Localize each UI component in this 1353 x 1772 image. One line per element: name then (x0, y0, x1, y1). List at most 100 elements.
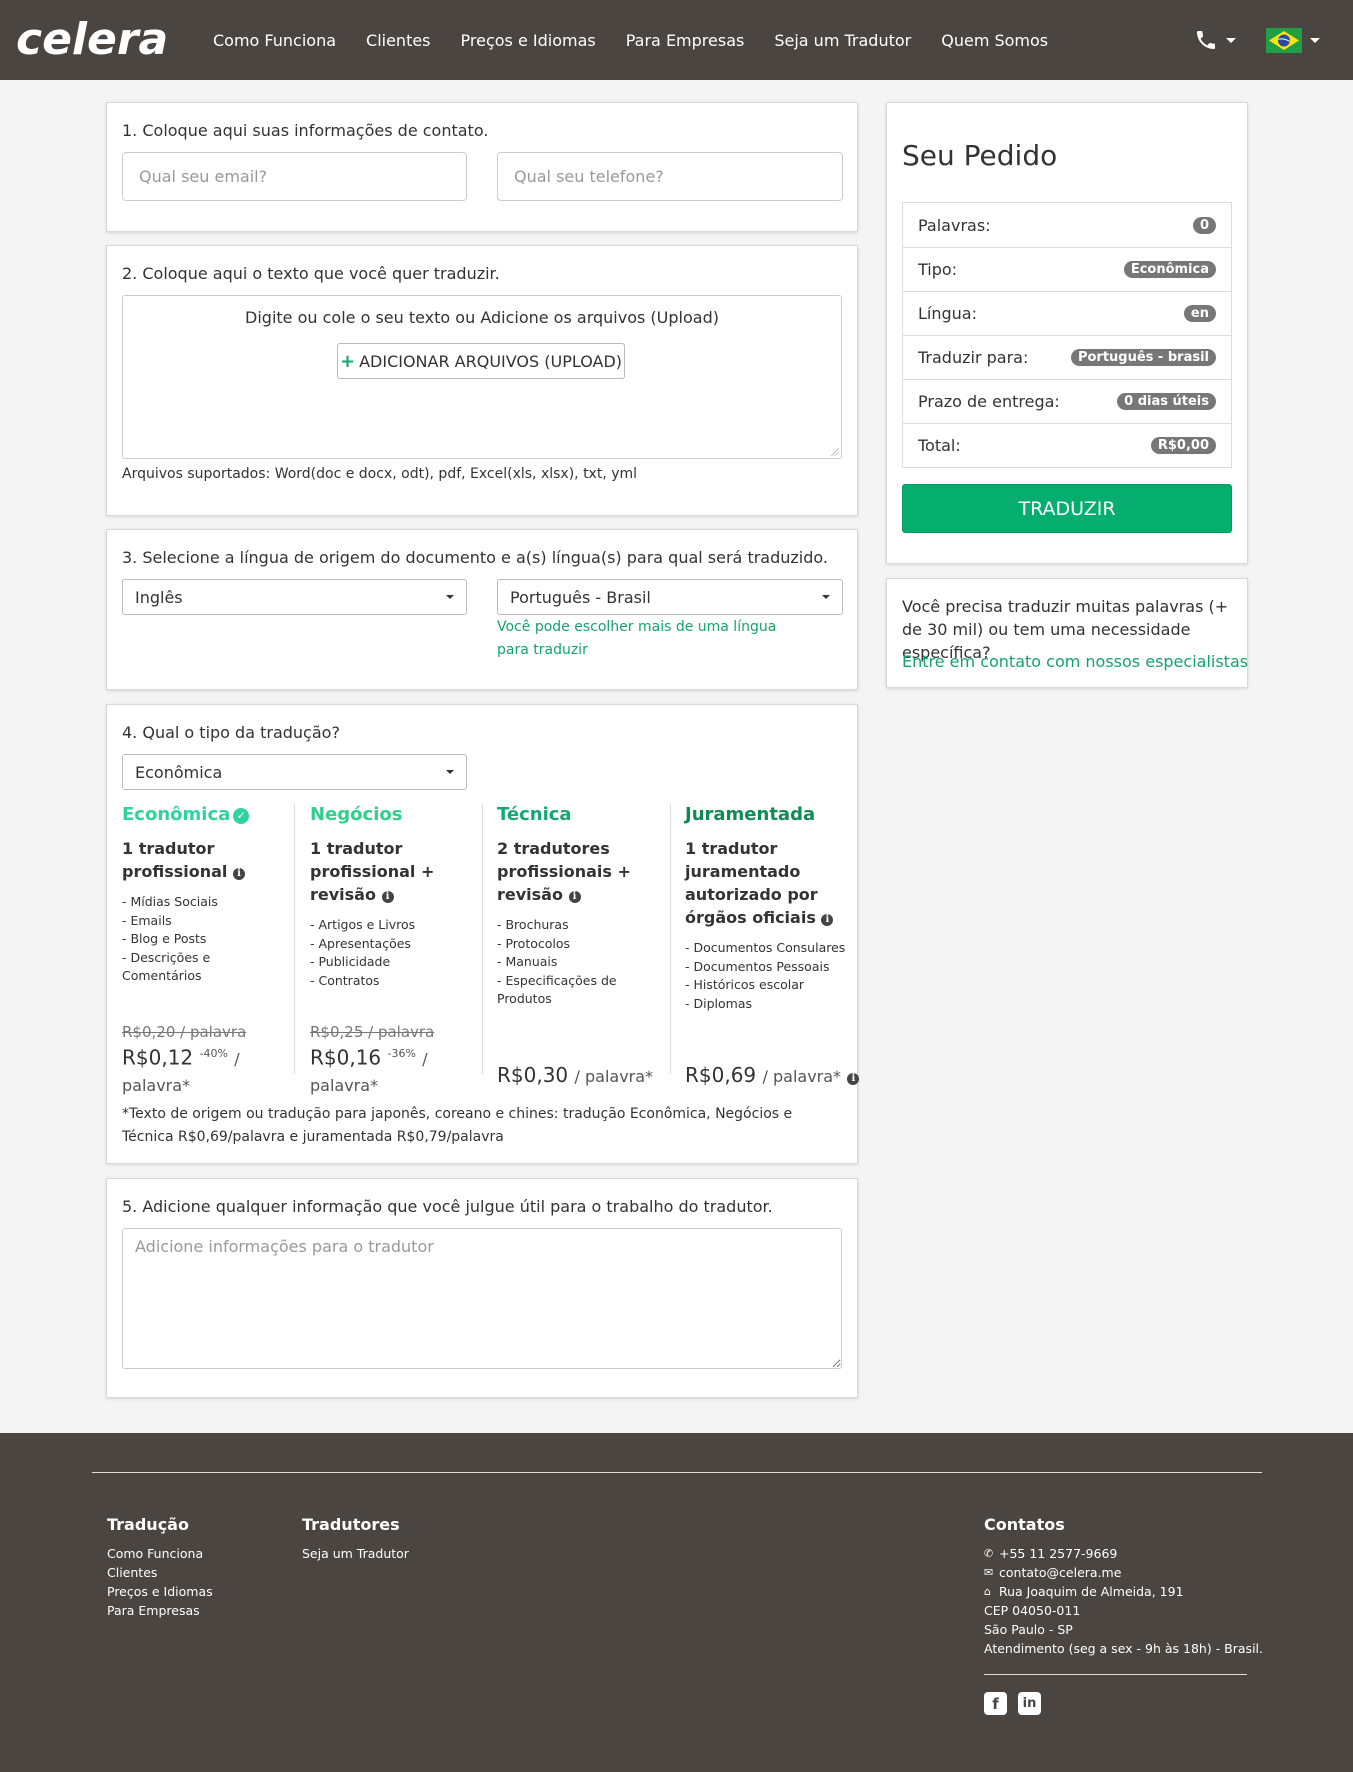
nav-seja-tradutor[interactable]: Seja um Tradutor (774, 31, 911, 50)
list-item: Manuais (497, 953, 657, 972)
footer-divider (92, 1472, 1262, 1473)
translator-notes-panel: 5. Adicione qualquer informação que você… (106, 1178, 858, 1398)
column-divider (482, 804, 483, 1074)
list-item: Especificações de Produtos (497, 972, 657, 1009)
facebook-icon[interactable]: f (984, 1692, 1007, 1715)
footer-link[interactable]: Seja um Tradutor (302, 1544, 409, 1563)
order-row-language: Língua: en (903, 291, 1231, 335)
footer-link[interactable]: Como Funciona (107, 1544, 213, 1563)
type-description: 2 tradutores profissionais + revisão i (497, 839, 631, 904)
phone-input[interactable] (497, 152, 843, 201)
info-icon[interactable]: i (232, 868, 245, 880)
type-name: Juramentada (685, 804, 816, 825)
translation-type-panel: 4. Qual o tipo da tradução? Econômica Ec… (106, 704, 860, 1164)
check-circle-icon: ✓ (233, 808, 250, 824)
language-badge: en (1183, 305, 1216, 322)
info-icon[interactable]: i (381, 891, 394, 903)
step2-title: 2. Coloque aqui o texto que você quer tr… (122, 264, 500, 283)
translator-notes-textarea[interactable] (122, 1228, 842, 1369)
footer-contact-divider (984, 1674, 1247, 1675)
order-row-total: Total: R$0,00 (903, 423, 1231, 467)
footer-email[interactable]: ✉ contato@celera.me (984, 1563, 1263, 1582)
row-label: Língua: (918, 304, 977, 323)
row-label: Tipo: (918, 260, 958, 279)
nav-quem-somos[interactable]: Quem Somos (941, 31, 1048, 50)
info-icon[interactable]: i (847, 1073, 860, 1085)
contact-info-panel: 1. Coloque aqui suas informações de cont… (106, 102, 858, 232)
total-badge: R$0,00 (1150, 437, 1216, 454)
type-description: 1 tradutor juramentado autorizado por ór… (685, 837, 850, 929)
email-input[interactable] (122, 152, 467, 201)
row-label: Palavras: (918, 215, 991, 235)
order-row-type: Tipo: Econômica (903, 247, 1231, 291)
nav-para-empresas[interactable]: Para Empresas (626, 31, 745, 50)
dropzone-text: Digite ou cole o seu texto ou Adicione o… (245, 308, 719, 327)
footer-link[interactable]: Para Empresas (107, 1601, 213, 1620)
chevron-down-icon (1226, 37, 1236, 43)
info-icon[interactable]: i (821, 914, 834, 926)
footer: Tradução Como Funciona Clientes Preços e… (0, 1433, 1353, 1772)
order-row-words: Palavras: 0 (903, 203, 1231, 247)
upload-files-button[interactable]: + ADICIONAR ARQUIVOS (UPLOAD) (337, 343, 625, 379)
nav-precos-idiomas[interactable]: Preços e Idiomas (461, 31, 596, 50)
target-language-select[interactable]: Português - Brasil (497, 579, 843, 615)
list-item: Publicidade (310, 953, 470, 972)
type-option-tecnica[interactable]: Técnica 2 tradutores profissionais + rev… (497, 804, 657, 1094)
nav-como-funciona[interactable]: Como Funciona (213, 31, 336, 50)
source-language-select[interactable]: Inglês (122, 579, 467, 615)
list-item: Artigos e Livros (310, 916, 470, 935)
type-name: Técnica (497, 804, 572, 825)
price: R$0,30 / palavra* (497, 1063, 654, 1087)
footer-city: São Paulo - SP (984, 1622, 1073, 1637)
resize-handle-icon[interactable] (831, 448, 839, 456)
phone-dropdown[interactable] (1194, 28, 1236, 52)
deadline-badge: 0 dias úteis (1117, 393, 1216, 410)
specialist-contact-link[interactable]: Entre em contato com nossos especialista… (902, 652, 1248, 671)
envelope-icon: ✉ (984, 1566, 994, 1579)
footer-heading: Contatos (984, 1515, 1065, 1534)
footer-link[interactable]: Clientes (107, 1563, 213, 1582)
type-name: Negócios (310, 804, 403, 825)
list-item: Diplomas (685, 995, 850, 1014)
translate-button[interactable]: TRADUZIR (902, 484, 1232, 533)
upload-label: ADICIONAR ARQUIVOS (UPLOAD) (359, 351, 623, 371)
order-summary-panel: Seu Pedido Palavras: 0 Tipo: Econômica Lín… (886, 102, 1248, 564)
type-name: Econômica ✓ (122, 804, 282, 825)
type-description: 1 tradutor profissional i (122, 837, 282, 883)
translation-type-value: Econômica (135, 762, 223, 782)
footer-address: ⌂ Rua Joaquim de Almeida, 191 (984, 1584, 1184, 1599)
footer-col-tradutores: Tradutores Seja um Tradutor (302, 1515, 409, 1563)
footer-link[interactable]: Preços e Idiomas (107, 1582, 213, 1601)
chevron-down-icon (446, 770, 454, 774)
footer-phone: ✆ +55 11 2577-9669 (984, 1546, 1118, 1561)
row-label: Prazo de entrega: (918, 392, 1060, 411)
column-divider (670, 804, 671, 1074)
plus-icon: + (339, 350, 356, 372)
list-item: Documentos Consulares (685, 939, 850, 958)
type-option-juramentada[interactable]: Juramentada 1 tradutor juramentado autor… (685, 804, 850, 1094)
discount-badge: -36% (387, 1047, 416, 1060)
step1-title: 1. Coloque aqui suas informações de cont… (122, 121, 489, 140)
text-upload-panel: 2. Coloque aqui o texto que você quer tr… (106, 245, 858, 516)
footer-col-contatos: Contatos ✆ +55 11 2577-9669 ✉ contato@cele… (984, 1515, 1263, 1658)
list-item: Emails (122, 912, 282, 931)
language-dropdown[interactable] (1266, 27, 1320, 53)
supported-files-text: Arquivos suportados: Word(doc e docx, od… (122, 466, 638, 482)
list-item: Documentos Pessoais (685, 958, 850, 977)
old-price: R$0,25 / palavra (310, 1023, 435, 1041)
linkedin-icon[interactable]: in (1018, 1692, 1041, 1715)
nav-clientes[interactable]: Clientes (366, 31, 431, 50)
text-dropzone[interactable]: Digite ou cole o seu texto ou Adicione o… (122, 295, 842, 459)
type-description: 1 tradutor profissional + revisão i (310, 839, 435, 904)
phone-icon (1197, 31, 1215, 49)
target-badge: Português - brasil (1070, 349, 1216, 366)
translation-type-select[interactable]: Econômica (122, 754, 467, 790)
main-nav: Como Funciona Clientes Preços e Idiomas … (213, 0, 1078, 80)
footer-heading: Tradutores (302, 1515, 400, 1534)
celera-logo[interactable]: celera (16, 14, 182, 64)
price: R$0,12 -40% / palavra* (122, 1045, 240, 1095)
chevron-down-icon (446, 595, 454, 599)
column-divider (294, 804, 295, 1074)
info-icon[interactable]: i (568, 891, 581, 903)
type-use-cases: Documentos Consulares Documentos Pessoai… (685, 939, 850, 1013)
